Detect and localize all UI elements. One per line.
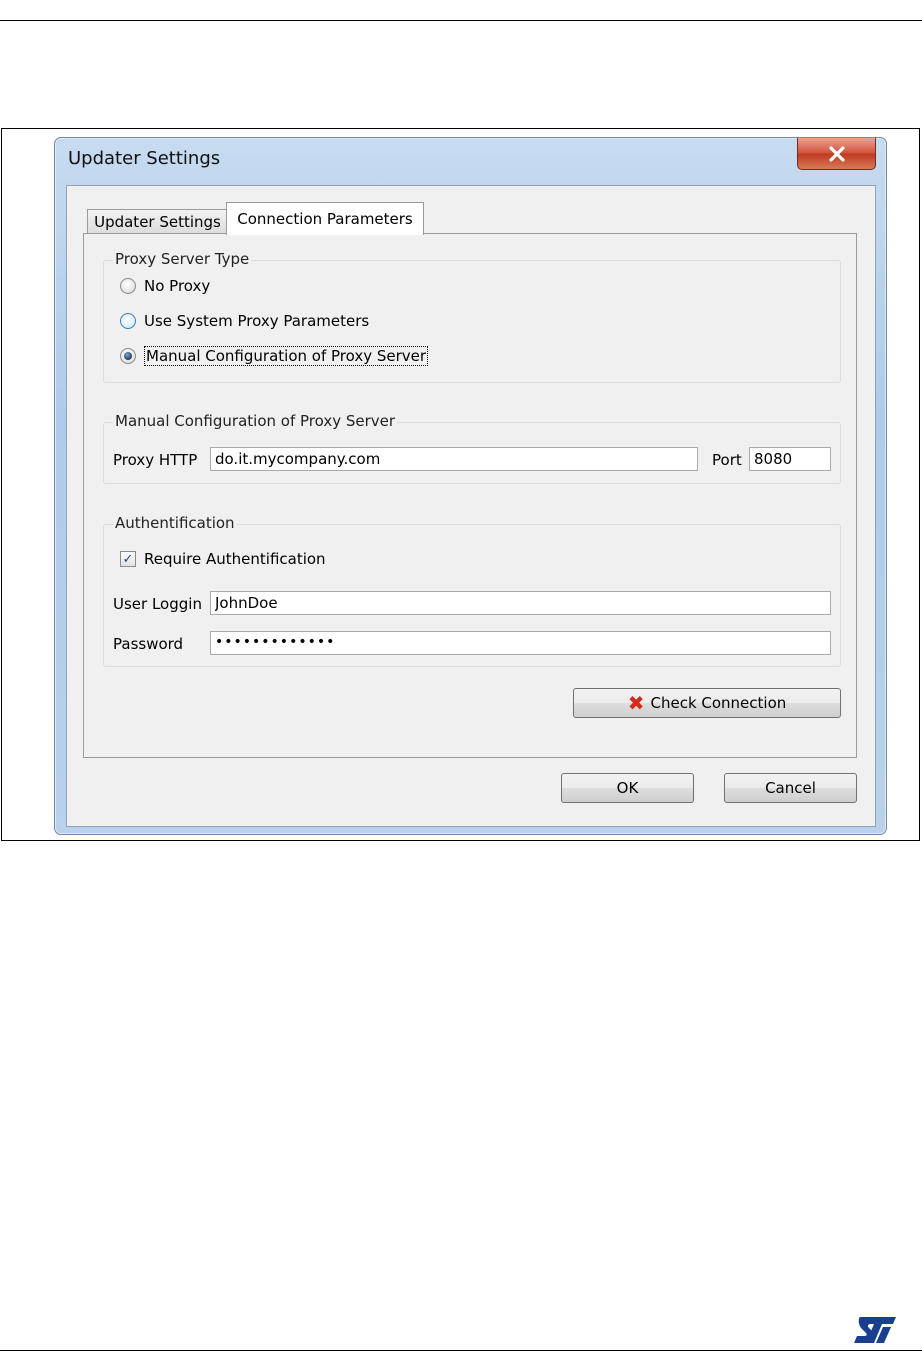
check-connection-label: Check Connection: [650, 694, 787, 712]
password-input[interactable]: •••••••••••••: [210, 631, 831, 655]
radio-button[interactable]: [120, 348, 136, 364]
user-login-label: User Loggin: [113, 595, 202, 613]
footer-rule: [0, 1350, 922, 1351]
manual-config-legend: Manual Configuration of Proxy Server: [113, 412, 398, 430]
ok-button[interactable]: OK: [561, 773, 694, 803]
radio-no-proxy[interactable]: No Proxy: [120, 277, 210, 295]
radio-label: Use System Proxy Parameters: [144, 312, 370, 330]
radio-manual-proxy[interactable]: Manual Configuration of Proxy Server: [120, 346, 429, 366]
proxy-http-label: Proxy HTTP: [113, 451, 198, 469]
tab-connection-parameters[interactable]: Connection Parameters: [226, 202, 424, 235]
proxy-server-type-legend: Proxy Server Type: [113, 250, 252, 268]
radio-button[interactable]: [120, 313, 136, 329]
red-x-icon: ✖: [627, 691, 645, 715]
tab-updater-settings[interactable]: Updater Settings: [87, 209, 228, 234]
require-auth-checkbox[interactable]: ✓ Require Authentification: [120, 550, 326, 568]
radio-button[interactable]: [120, 278, 136, 294]
radio-label: Manual Configuration of Proxy Server: [144, 346, 429, 366]
port-label: Port: [712, 451, 742, 469]
password-label: Password: [113, 635, 184, 653]
st-logo-icon: [854, 1317, 896, 1343]
proxy-http-input[interactable]: [210, 447, 698, 471]
authentification-group: Authentification ✓ Require Authentificat…: [103, 514, 841, 667]
screenshot-frame: Updater Settings Updater Settings Connec…: [1, 128, 920, 841]
user-login-input[interactable]: [210, 591, 831, 615]
dialog-client-area: Updater Settings Connection Parameters P…: [66, 185, 876, 827]
require-auth-label: Require Authentification: [144, 550, 326, 568]
radio-label: No Proxy: [144, 277, 211, 295]
manual-config-group: Manual Configuration of Proxy Server Pro…: [103, 412, 841, 484]
close-icon: [828, 145, 845, 162]
checkmark-icon[interactable]: ✓: [120, 551, 136, 567]
connection-parameters-panel: Proxy Server Type No Proxy Use System Pr…: [83, 233, 857, 758]
port-input[interactable]: [749, 447, 831, 471]
updater-settings-dialog: Updater Settings Updater Settings Connec…: [54, 137, 887, 835]
cancel-button[interactable]: Cancel: [724, 773, 857, 803]
authentification-legend: Authentification: [113, 514, 237, 532]
header-rule: [0, 20, 922, 21]
proxy-server-type-group: Proxy Server Type No Proxy Use System Pr…: [103, 250, 841, 383]
check-connection-button[interactable]: ✖ Check Connection: [573, 688, 841, 718]
close-button[interactable]: [797, 138, 876, 170]
dialog-title: Updater Settings: [68, 148, 221, 169]
radio-system-proxy[interactable]: Use System Proxy Parameters: [120, 312, 369, 330]
